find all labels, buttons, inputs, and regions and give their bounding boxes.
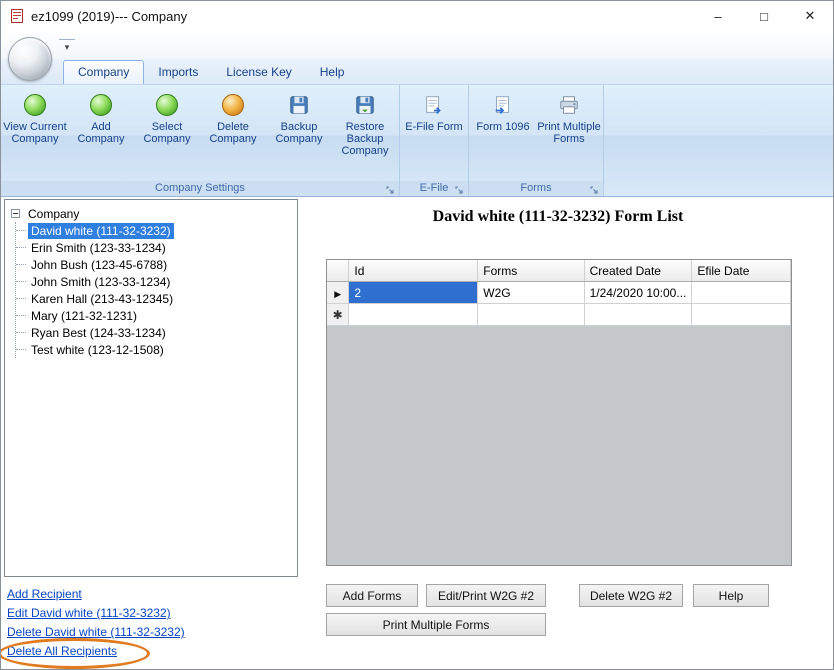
company-view-icon [23, 93, 47, 117]
column-header-id[interactable]: Id [349, 260, 478, 282]
backup-company-button[interactable]: Backup Company [266, 88, 332, 180]
dialog-launcher-icon[interactable] [454, 183, 465, 194]
form-list-title: David white (111-32-3232) Form List [323, 208, 793, 226]
select-company-button[interactable]: Select Company [134, 88, 200, 180]
ribbon-button-label: Select Company [134, 121, 200, 145]
ribbon-button-label: Print Multiple Forms [536, 121, 602, 145]
tree-item[interactable]: Karen Hall (213-43-12345) [16, 290, 293, 307]
tree-item[interactable]: John Bush (123-45-6788) [16, 256, 293, 273]
close-button[interactable]: ✕ [787, 1, 833, 31]
tree-children: David white (111-32-3232) Erin Smith (12… [15, 222, 293, 358]
cell-efile-date[interactable] [692, 304, 791, 326]
tree-root-company[interactable]: Company [9, 205, 293, 222]
ribbon-button-label: Backup Company [266, 121, 332, 145]
title-bar: ez1099 (2019)--- Company – □ ✕ [1, 1, 833, 32]
tree-item[interactable]: Mary (121-32-1231) [16, 307, 293, 324]
cell-id[interactable]: 2 [349, 282, 478, 304]
grid-header-row: Id Forms Created Date Efile Date [327, 260, 791, 282]
cell-created-date[interactable]: 1/24/2020 10:00... [584, 282, 692, 304]
ribbon-button-label: View Current Company [2, 121, 68, 145]
delete-all-recipients-link[interactable]: Delete All Recipients [7, 644, 185, 658]
tree-root-label[interactable]: Company [25, 206, 82, 222]
recipient-links: Add Recipient Edit David white (111-32-3… [7, 587, 185, 663]
grid-corner-cell[interactable] [327, 260, 349, 282]
cell-efile-date[interactable] [692, 282, 791, 304]
maximize-button[interactable]: □ [741, 1, 787, 31]
group-efile: E-File Form E-File [400, 85, 469, 196]
ribbon-button-label: E-File Form [405, 121, 462, 133]
company-add-icon [89, 93, 113, 117]
group-label-company-settings: Company Settings [1, 181, 399, 196]
add-company-button[interactable]: Add Company [68, 88, 134, 180]
ribbon-button-label: Delete Company [200, 121, 266, 145]
tree-item[interactable]: Ryan Best (124-33-1234) [16, 324, 293, 341]
company-select-icon [155, 93, 179, 117]
dialog-launcher-icon[interactable] [589, 183, 600, 194]
column-header-forms[interactable]: Forms [478, 260, 584, 282]
delete-recipient-link[interactable]: Delete David white (111-32-3232) [7, 625, 185, 639]
ribbon-button-label: Restore Backup Company [332, 121, 398, 157]
tab-help[interactable]: Help [306, 61, 359, 84]
grid-row: ▶ 2 W2G 1/24/2020 10:00... [327, 282, 791, 304]
ribbon-tab-strip: Company Imports License Key Help [1, 59, 833, 85]
form-1096-button[interactable]: Form 1096 [470, 88, 536, 180]
tab-license-key[interactable]: License Key [212, 61, 305, 84]
company-tree-panel: Company David white (111-32-3232) Erin S… [4, 199, 298, 577]
delete-company-button[interactable]: Delete Company [200, 88, 266, 180]
application-menu-orb[interactable] [8, 37, 52, 81]
add-forms-button[interactable]: Add Forms [326, 584, 418, 607]
window-controls: – □ ✕ [695, 1, 833, 31]
tree-collapse-icon[interactable] [11, 209, 20, 218]
group-label-forms: Forms [469, 181, 603, 196]
help-button[interactable]: Help [693, 584, 769, 607]
group-company-settings: View Current Company Add Company Select … [1, 85, 400, 196]
dialog-launcher-icon[interactable] [385, 183, 396, 194]
view-current-company-button[interactable]: View Current Company [2, 88, 68, 180]
company-delete-icon [221, 93, 245, 117]
new-row-indicator-icon[interactable]: ✱ [327, 304, 349, 326]
window-title: ez1099 (2019)--- Company [31, 9, 187, 24]
tree-item[interactable]: Test white (123-12-1508) [16, 341, 293, 358]
print-multiple-forms-ribbon-button[interactable]: Print Multiple Forms [536, 88, 602, 180]
tree-item[interactable]: David white (111-32-3232) [16, 222, 293, 239]
minimize-button[interactable]: – [695, 1, 741, 31]
app-icon [9, 8, 25, 24]
group-forms: Form 1096 Print Multiple Forms Forms [469, 85, 604, 196]
edit-print-w2g-button[interactable]: Edit/Print W2G #2 [426, 584, 546, 607]
app-window: ez1099 (2019)--- Company – □ ✕ ▾ Company… [0, 0, 834, 670]
tab-imports[interactable]: Imports [144, 61, 212, 84]
print-multiple-forms-button[interactable]: Print Multiple Forms [326, 613, 546, 636]
restore-backup-company-button[interactable]: Restore Backup Company [332, 88, 398, 180]
restore-backup-icon [353, 93, 377, 117]
delete-w2g-button[interactable]: Delete W2G #2 [579, 584, 683, 607]
backup-save-icon [287, 93, 311, 117]
cell-forms[interactable] [478, 304, 584, 326]
cell-id[interactable] [349, 304, 478, 326]
edit-recipient-link[interactable]: Edit David white (111-32-3232) [7, 606, 185, 620]
ribbon-button-label: Form 1096 [476, 121, 529, 133]
qat-dropdown-icon[interactable]: ▾ [59, 39, 75, 55]
forms-grid: Id Forms Created Date Efile Date ▶ 2 W2G… [326, 259, 792, 566]
efile-form-button[interactable]: E-File Form [401, 88, 467, 180]
quick-access-toolbar [1, 31, 833, 59]
ribbon: View Current Company Add Company Select … [1, 85, 833, 197]
form-1096-icon [491, 93, 515, 117]
printer-icon [557, 93, 581, 117]
grid-new-row: ✱ [327, 304, 791, 326]
tab-company[interactable]: Company [63, 60, 144, 84]
add-recipient-link[interactable]: Add Recipient [7, 587, 185, 601]
column-header-created-date[interactable]: Created Date [584, 260, 692, 282]
cell-forms[interactable]: W2G [478, 282, 584, 304]
column-header-efile-date[interactable]: Efile Date [692, 260, 791, 282]
efile-form-icon [422, 93, 446, 117]
current-row-indicator-icon[interactable]: ▶ [327, 282, 349, 304]
cell-created-date[interactable] [584, 304, 692, 326]
ribbon-button-label: Add Company [68, 121, 134, 145]
tree-item[interactable]: John Smith (123-33-1234) [16, 273, 293, 290]
tree-item[interactable]: Erin Smith (123-33-1234) [16, 239, 293, 256]
